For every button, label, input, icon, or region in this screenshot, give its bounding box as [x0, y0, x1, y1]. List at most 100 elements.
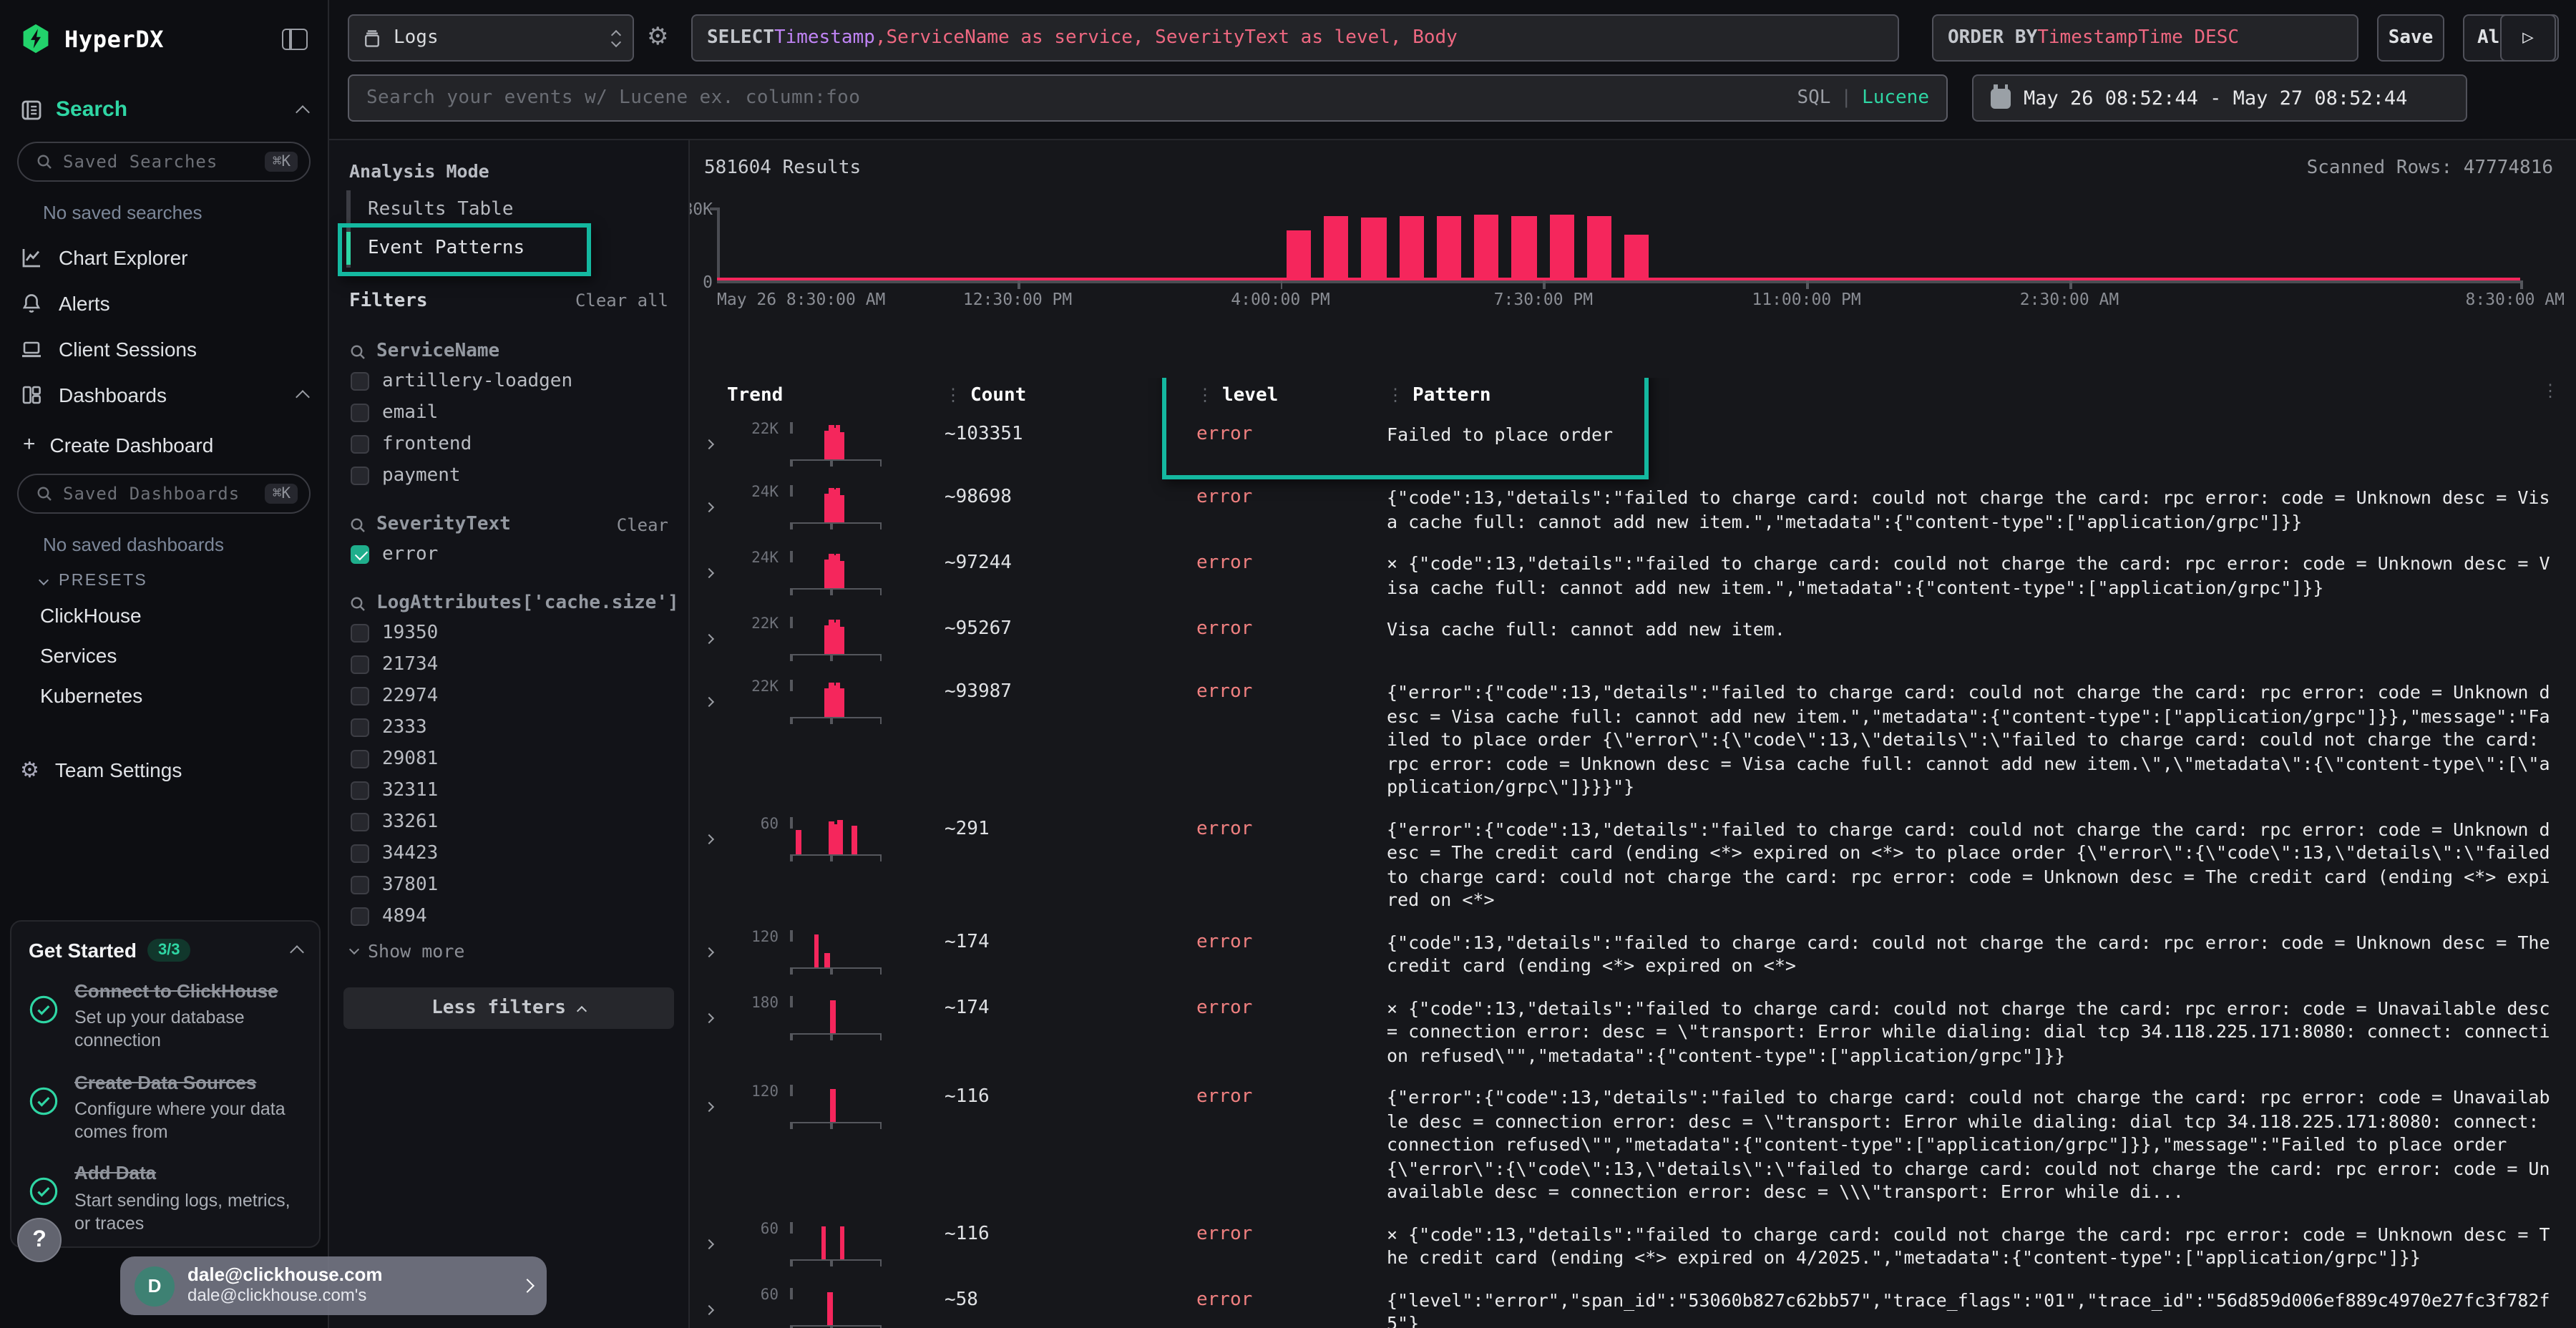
column-header-pattern[interactable]: ⋮Pattern	[1375, 384, 2576, 406]
chevron-up-icon[interactable]	[296, 104, 310, 119]
pattern-row[interactable]: 22K~95267errorVisa cache full: cannot ad…	[701, 607, 2576, 670]
pattern-row[interactable]: 60~58error{"level":"error","span_id":"53…	[701, 1277, 2576, 1328]
analysis-mode-option-results-table[interactable]: Results Table	[351, 190, 688, 229]
expand-row-chevron[interactable]	[701, 550, 727, 582]
checkbox[interactable]	[351, 844, 369, 862]
expand-row-chevron[interactable]	[701, 1286, 727, 1319]
drag-handle-icon[interactable]: ⋮	[1196, 385, 1214, 405]
sidebar-item-dashboards[interactable]: Dashboards	[0, 372, 328, 418]
create-dashboard-button[interactable]: + Create Dashboard	[0, 418, 328, 468]
query-settings-gear-icon[interactable]: ⚙	[647, 24, 669, 49]
drag-handle-icon[interactable]: ⋮	[1387, 385, 1404, 405]
sidebar-item-team-settings[interactable]: ⚙ Team Settings	[0, 747, 328, 793]
table-options-icon[interactable]: ⋮	[2542, 381, 2559, 401]
expand-row-chevron[interactable]	[701, 1083, 727, 1116]
pattern-row[interactable]: 120~174error{"code":13,"details":"failed…	[701, 919, 2576, 985]
get-started-step[interactable]: Connect to ClickHouseSet up your databas…	[29, 980, 302, 1053]
column-header-level[interactable]: ⋮level	[1182, 384, 1375, 406]
checkbox[interactable]	[351, 403, 369, 421]
pattern-row[interactable]: 24K~98698error{"code":13,"details":"fail…	[701, 475, 2576, 541]
filter-group-header[interactable]: ServiceName	[329, 338, 688, 365]
results-histogram[interactable]: 80K0May 26 8:30:00 AM12:30:00 PM4:00:00 …	[690, 140, 2576, 326]
checkbox[interactable]	[351, 718, 369, 736]
clear-all-button[interactable]: Clear all	[575, 290, 668, 311]
expand-row-chevron[interactable]	[701, 928, 727, 961]
pattern-row[interactable]: 120~116error{"error":{"code":13,"details…	[701, 1075, 2576, 1211]
pattern-row[interactable]: 22K~103351errorFailed to place order	[701, 412, 2576, 475]
filter-checkbox-item[interactable]: 22974	[329, 680, 688, 711]
sidebar-item-chart-explorer[interactable]: Chart Explorer	[0, 235, 328, 280]
select-query-input[interactable]: SELECT Timestamp, ServiceName as service…	[691, 14, 1899, 62]
presets-toggle[interactable]: PRESETS	[0, 558, 328, 595]
sidebar-item-client-sessions[interactable]: Client Sessions	[0, 326, 328, 372]
save-button[interactable]: Save	[2377, 14, 2444, 62]
sidebar-item-alerts[interactable]: Alerts	[0, 280, 328, 326]
chevron-up-icon[interactable]	[290, 945, 304, 960]
filter-checkbox-item[interactable]: 33261	[329, 806, 688, 837]
checkbox[interactable]	[351, 781, 369, 799]
checkbox[interactable]	[351, 466, 369, 484]
filter-checkbox-item[interactable]: 4894	[329, 900, 688, 932]
pattern-row[interactable]: 60~291error{"error":{"code":13,"details"…	[701, 806, 2576, 919]
checkbox[interactable]	[351, 655, 369, 673]
checkbox[interactable]	[351, 434, 369, 453]
date-range-picker[interactable]: May 26 08:52:44 - May 27 08:52:44	[1972, 74, 2467, 122]
preset-dashboard-link[interactable]: ClickHouse	[0, 595, 328, 635]
filter-group-header[interactable]: LogAttributes['cache.size']	[329, 590, 688, 617]
checkbox-checked[interactable]	[351, 545, 369, 563]
expand-row-chevron[interactable]	[701, 994, 727, 1027]
filter-group-header[interactable]: SeverityTextClear	[329, 511, 688, 538]
saved-searches-input[interactable]: Saved Searches ⌘K	[17, 142, 311, 182]
checkbox[interactable]	[351, 875, 369, 894]
filter-checkbox-item[interactable]: email	[329, 396, 688, 428]
pattern-row[interactable]: 24K~97244error× {"code":13,"details":"fa…	[701, 541, 2576, 607]
lang-toggle-sql[interactable]: SQL	[1797, 87, 1830, 109]
pattern-row[interactable]: 22K~93987error{"error":{"code":13,"detai…	[701, 670, 2576, 806]
less-filters-button[interactable]: Less filters	[343, 987, 674, 1029]
checkbox[interactable]	[351, 749, 369, 768]
analysis-mode-option-event-patterns[interactable]: Event Patterns	[351, 229, 688, 268]
checkbox[interactable]	[351, 907, 369, 925]
help-button[interactable]: ?	[17, 1218, 62, 1262]
filter-checkbox-item[interactable]: payment	[329, 459, 688, 491]
column-header-trend[interactable]: Trend	[727, 384, 930, 406]
expand-row-chevron[interactable]	[701, 615, 727, 648]
filter-checkbox-item[interactable]: 29081	[329, 743, 688, 774]
expand-row-chevron[interactable]	[701, 421, 727, 454]
filter-checkbox-item[interactable]: 32311	[329, 774, 688, 806]
get-started-step[interactable]: Add DataStart sending logs, metrics, or …	[29, 1163, 302, 1236]
filter-checkbox-item[interactable]: 34423	[329, 837, 688, 869]
filter-checkbox-item[interactable]: 2333	[329, 711, 688, 743]
preset-dashboard-link[interactable]: Kubernetes	[0, 675, 328, 716]
clear-filter-button[interactable]: Clear	[617, 514, 668, 534]
filter-checkbox-item[interactable]: 21734	[329, 648, 688, 680]
filter-checkbox-item[interactable]: frontend	[329, 428, 688, 459]
filter-checkbox-item[interactable]: 37801	[329, 869, 688, 900]
pattern-row[interactable]: 180~174error× {"code":13,"details":"fail…	[701, 985, 2576, 1075]
expand-row-chevron[interactable]	[701, 1220, 727, 1253]
checkbox[interactable]	[351, 623, 369, 642]
filter-checkbox-item[interactable]: error	[329, 538, 688, 570]
checkbox[interactable]	[351, 812, 369, 831]
preset-dashboard-link[interactable]: Services	[0, 635, 328, 675]
lucene-search-input[interactable]: Search your events w/ Lucene ex. column:…	[348, 74, 1948, 122]
source-select[interactable]: Logs	[348, 14, 634, 62]
checkbox[interactable]	[351, 686, 369, 705]
expand-row-chevron[interactable]	[701, 815, 727, 848]
get-started-step[interactable]: Create Data SourcesConfigure where your …	[29, 1071, 302, 1144]
show-more-button[interactable]: Show more	[329, 932, 688, 962]
order-by-input[interactable]: ORDER BY TimestampTime DESC	[1932, 14, 2358, 62]
pattern-row[interactable]: 60~116error× {"code":13,"details":"faile…	[701, 1211, 2576, 1277]
sidebar-section-search[interactable]: Search	[0, 83, 328, 136]
filter-checkbox-item[interactable]: artillery-loadgen	[329, 365, 688, 396]
filter-checkbox-item[interactable]: 19350	[329, 617, 688, 648]
expand-row-chevron[interactable]	[701, 484, 727, 517]
user-account-chip[interactable]: D dale@clickhouse.com dale@clickhouse.co…	[120, 1256, 547, 1315]
run-query-button[interactable]: ▷	[2500, 14, 2556, 62]
checkbox[interactable]	[351, 371, 369, 390]
lang-toggle-lucene[interactable]: Lucene	[1862, 87, 1929, 109]
drag-handle-icon[interactable]: ⋮	[945, 385, 962, 405]
collapse-sidebar-icon[interactable]	[282, 28, 308, 49]
expand-row-chevron[interactable]	[701, 678, 727, 711]
column-header-count[interactable]: ⋮Count	[930, 384, 1182, 406]
